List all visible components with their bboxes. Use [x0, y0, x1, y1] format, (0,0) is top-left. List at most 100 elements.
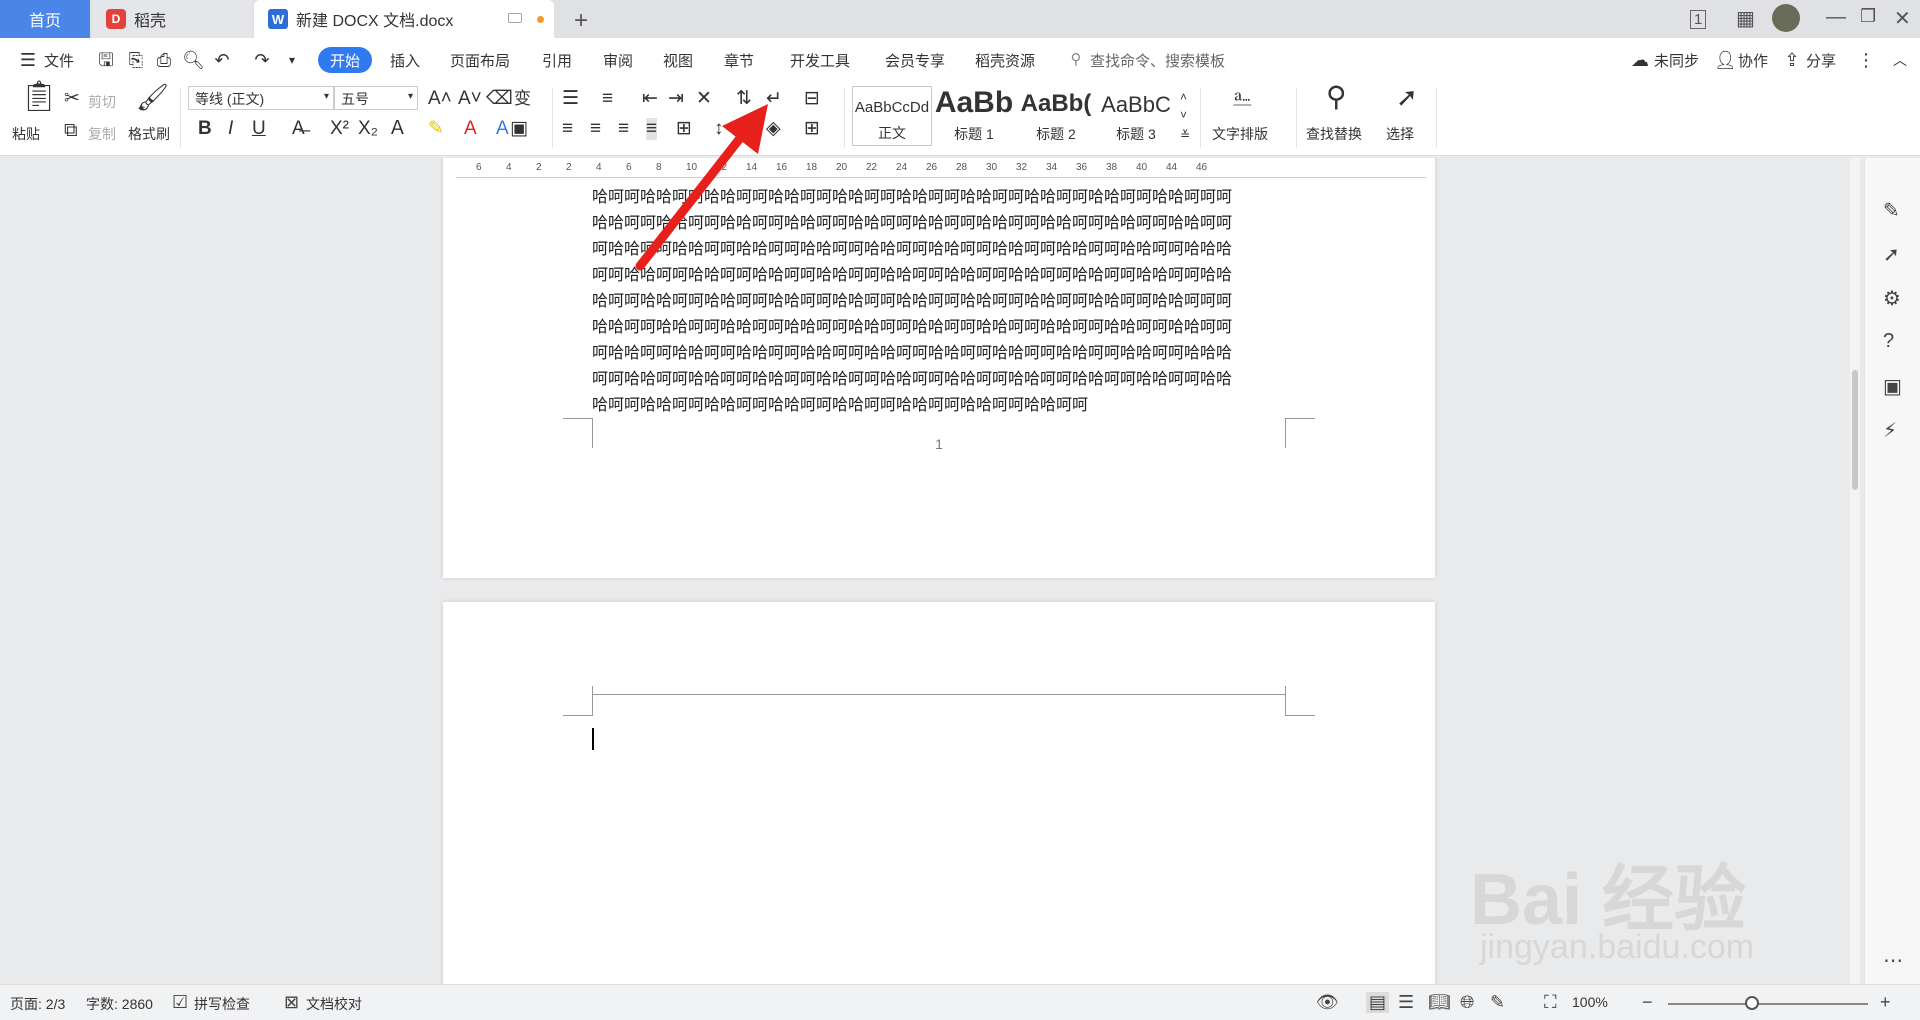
vertical-scrollbar[interactable] [1850, 158, 1860, 984]
share-button[interactable]: 分享 [1806, 50, 1836, 71]
menu-developer[interactable]: 开发工具 [790, 50, 850, 71]
proofread-button[interactable]: 文档校对 [306, 994, 362, 1014]
print-icon[interactable]: ⎙ [154, 50, 174, 70]
style-scroll-down-icon[interactable]: ˅ [1180, 104, 1187, 126]
menu-daoke-resources[interactable]: 稻壳资源 [975, 50, 1035, 71]
web-view-icon[interactable]: 🌐︎ [1460, 992, 1474, 1013]
tab-document[interactable]: W 新建 DOCX 文档.docx [254, 0, 554, 38]
word-count[interactable]: 字数: 2860 [86, 994, 153, 1014]
zoom-slider-track[interactable] [1668, 1003, 1868, 1005]
sync-status[interactable]: 未同步 [1654, 50, 1699, 71]
align-left-icon[interactable]: ≡ [562, 118, 573, 140]
align-right-icon[interactable]: ≡ [618, 118, 629, 140]
bold-icon[interactable]: B [198, 118, 212, 140]
eye-protect-icon[interactable]: 👁︎ [1316, 992, 1339, 1013]
page-view-icon[interactable]: ▤ [1366, 992, 1390, 1013]
find-replace-button[interactable]: 查找替换 [1306, 124, 1362, 144]
borders-icon[interactable]: ⊞ [804, 118, 820, 140]
style-heading-3[interactable]: AaBbC 标题 3 [1096, 86, 1176, 146]
restore-icon[interactable]: ❐ [1860, 6, 1876, 27]
find-replace-icon[interactable]: ⚲ [1326, 83, 1347, 111]
command-search[interactable]: 查找命令、搜索模板 [1090, 50, 1225, 71]
italic-icon[interactable]: I [228, 118, 233, 140]
document-page-1[interactable]: 呵呵哈哈呵呵哈哈呵呵哈哈呵呵哈哈呵呵哈哈呵呵哈哈呵呵哈哈呵呵哈哈呵呵哈哈呵呵哈哈… [443, 158, 1435, 578]
menu-section[interactable]: 章节 [724, 50, 754, 71]
monitor-icon[interactable] [508, 13, 522, 23]
minimize-icon[interactable]: — [1826, 6, 1846, 29]
highlight-icon[interactable]: ✎ [428, 118, 444, 140]
style-normal[interactable]: AaBbCcDd 正文 [852, 86, 932, 146]
layout-icon[interactable]: 1 [1690, 10, 1707, 29]
zoom-slider-knob[interactable] [1745, 996, 1759, 1010]
tab-ruler-icon[interactable]: ⊟ [804, 88, 820, 110]
tab-daoke[interactable]: D 稻壳 [92, 0, 252, 38]
style-more-icon[interactable]: ≚ [1180, 124, 1190, 146]
char-border-icon[interactable]: ▣ [510, 118, 528, 140]
numbered-list-icon[interactable]: ≡ [602, 88, 613, 110]
clear-format-icon[interactable]: ⌫ [486, 88, 513, 110]
image-tools-icon[interactable]: ▣ [1883, 374, 1902, 399]
subscript-icon[interactable]: X₂ [358, 118, 378, 140]
more-vert-icon[interactable]: ⋮ [1856, 50, 1876, 70]
menu-review[interactable]: 审阅 [603, 50, 633, 71]
underline-icon[interactable]: U [252, 118, 266, 140]
superscript-icon[interactable]: X² [330, 118, 349, 140]
collab-button[interactable]: 协作 [1738, 50, 1768, 71]
write-mode-icon[interactable]: ✎ [1490, 992, 1505, 1013]
pointer-icon[interactable]: ➚ [1883, 242, 1900, 267]
paste-button[interactable]: 粘贴 [12, 124, 40, 144]
style-heading-2[interactable]: AaBb( 标题 2 [1016, 86, 1096, 146]
avatar[interactable] [1772, 4, 1800, 32]
close-icon[interactable]: ✕ [1894, 6, 1911, 31]
format-painter-icon[interactable]: 🖌︎ [136, 84, 169, 110]
menu-insert[interactable]: 插入 [390, 50, 420, 71]
hamburger-icon[interactable]: ☰ [18, 50, 38, 70]
spell-check-button[interactable]: 拼写检查 [194, 994, 250, 1014]
settings-sliders-icon[interactable]: ⚙ [1883, 286, 1901, 311]
apps-grid-icon[interactable]: ▦ [1736, 6, 1755, 31]
text-effect-icon[interactable]: Ａ [388, 118, 407, 140]
help-icon[interactable]: ? [1883, 330, 1894, 353]
zoom-out-icon[interactable]: − [1642, 992, 1653, 1013]
more-options-icon[interactable]: ⋯ [1883, 948, 1903, 973]
text-layout-icon[interactable]: ⎁ [1232, 84, 1253, 110]
fit-page-icon[interactable]: ⛶ [1544, 992, 1557, 1013]
tab-home[interactable]: 首页 [0, 0, 90, 38]
font-name-select[interactable]: 等线 (正文) ▾ [188, 86, 334, 110]
menu-references[interactable]: 引用 [542, 50, 572, 71]
scrollbar-thumb[interactable] [1852, 370, 1858, 490]
document-page-2[interactable] [443, 602, 1435, 984]
undo-icon[interactable]: ↶ [212, 50, 232, 70]
print-preview-icon[interactable]: 🔍︎ [182, 50, 205, 70]
strikethrough-icon[interactable]: A̶ [292, 118, 305, 140]
page-indicator[interactable]: 页面: 2/3 [10, 994, 65, 1014]
collapse-ribbon-icon[interactable]: ︿ [1890, 50, 1910, 70]
zoom-in-icon[interactable]: + [1880, 992, 1891, 1013]
new-tab-button[interactable]: + [574, 7, 588, 35]
bullet-list-icon[interactable]: ☰ [562, 88, 579, 110]
shrink-font-icon[interactable]: A˅ [458, 88, 482, 110]
edit-pen-icon[interactable]: ✎ [1883, 198, 1900, 223]
zoom-level[interactable]: 100% [1572, 994, 1608, 1010]
menu-start[interactable]: 开始 [318, 47, 372, 73]
select-button[interactable]: 选择 [1386, 124, 1414, 144]
outline-view-icon[interactable]: ☰ [1398, 992, 1414, 1013]
save-icon[interactable]: 🖫 [96, 50, 116, 70]
font-color-icon[interactable]: A [464, 118, 477, 140]
paste-icon[interactable]: 📋︎ [20, 82, 58, 112]
format-painter-button[interactable]: 格式刷 [128, 124, 170, 144]
align-center-icon[interactable]: ≡ [590, 118, 601, 140]
menu-member[interactable]: 会员专享 [885, 50, 945, 71]
redo-icon[interactable]: ↷ [252, 50, 272, 70]
reading-view-icon[interactable]: 📖︎ [1428, 992, 1451, 1013]
style-heading-1[interactable]: AaBb 标题 1 [934, 86, 1014, 146]
phonetic-guide-icon[interactable]: 变 [514, 88, 531, 110]
select-cursor-icon[interactable]: ➚ [1396, 84, 1418, 110]
font-size-select[interactable]: 五号 ▾ [334, 86, 418, 110]
customize-chevron-icon[interactable]: ▾ [282, 50, 302, 70]
menu-page-layout[interactable]: 页面布局 [450, 50, 510, 71]
menu-file[interactable]: 文件 [44, 50, 74, 71]
lightning-icon[interactable]: ⚡ [1883, 418, 1897, 443]
char-shading-icon[interactable]: A [496, 118, 509, 140]
grow-font-icon[interactable]: A˄ [428, 88, 452, 110]
